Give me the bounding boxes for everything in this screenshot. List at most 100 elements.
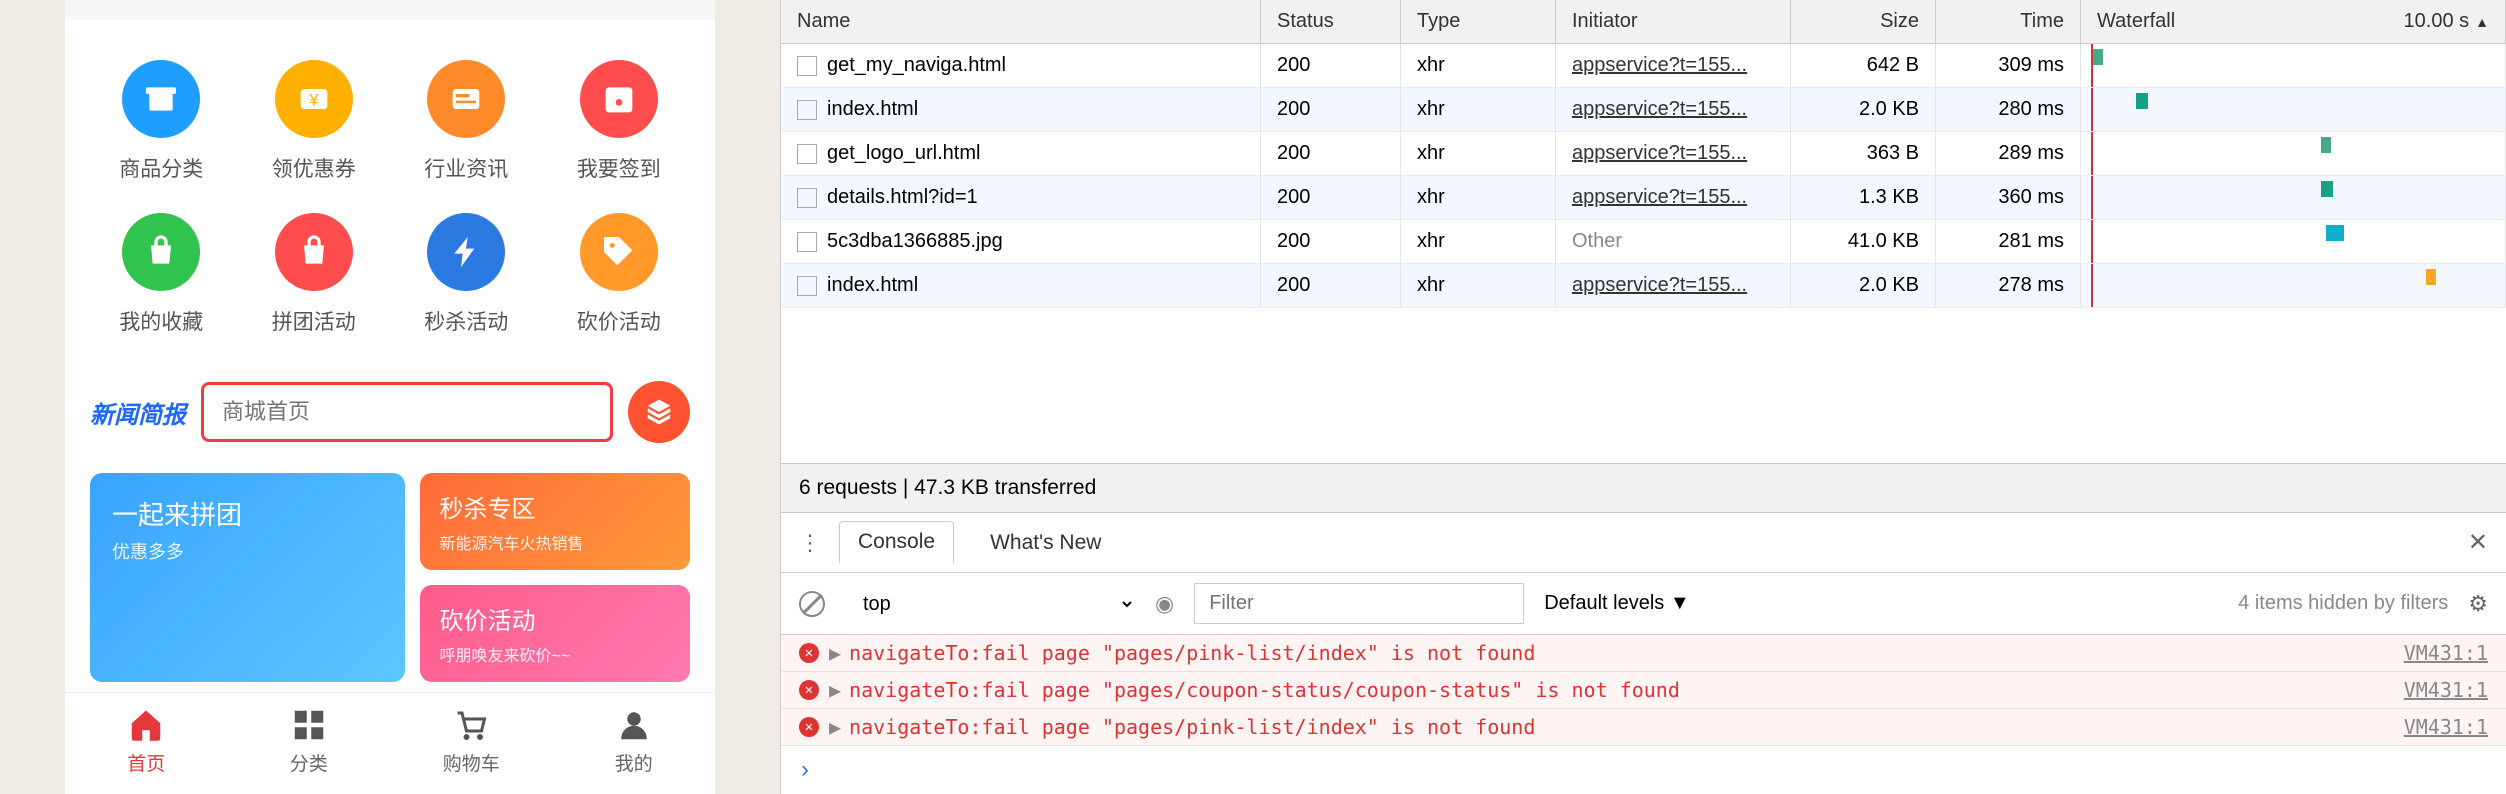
cell-waterfall xyxy=(2081,132,2506,175)
fab-button[interactable] xyxy=(628,381,690,443)
eye-icon[interactable]: ◉ xyxy=(1155,591,1174,617)
grid-item-3[interactable]: 我要签到 xyxy=(543,60,696,183)
home-icon xyxy=(128,707,164,743)
cell-initiator[interactable]: appservice?t=155... xyxy=(1556,132,1791,175)
cell-initiator[interactable]: appservice?t=155... xyxy=(1556,176,1791,219)
card-group-buy[interactable]: 一起来拼团 优惠多多 xyxy=(90,473,405,682)
source-link[interactable]: VM431:1 xyxy=(2404,641,2488,665)
feature-grid: 商品分类¥领优惠券行业资讯我要签到我的收藏 拼团活动秒杀活动砍价活动 xyxy=(65,20,715,366)
grid-item-label: 我的收藏 xyxy=(119,306,203,336)
tab-console[interactable]: Console xyxy=(839,521,954,564)
network-row[interactable]: get_logo_url.html 200 xhr appservice?t=1… xyxy=(781,132,2506,176)
console-error-line[interactable]: ✕▶navigateTo:fail page "pages/pink-list/… xyxy=(781,635,2506,672)
card-bargain[interactable]: 砍价活动 呼朋唤友来砍价~~ xyxy=(420,585,691,682)
close-drawer-button[interactable]: ✕ xyxy=(2468,528,2488,557)
console-toolbar: top ◉ Default levels ▼ 4 items hidden by… xyxy=(781,573,2506,635)
tab-home[interactable]: 首页 xyxy=(65,693,228,794)
network-row[interactable]: details.html?id=1 200 xhr appservice?t=1… xyxy=(781,176,2506,220)
cell-waterfall xyxy=(2081,88,2506,131)
expand-icon[interactable]: ▶ xyxy=(829,678,841,702)
card-title: 秒杀专区 xyxy=(440,489,671,524)
col-name[interactable]: Name xyxy=(781,0,1261,43)
console-filter-input[interactable] xyxy=(1194,583,1524,624)
grid-item-label: 我要签到 xyxy=(577,153,661,183)
network-row[interactable]: index.html 200 xhr appservice?t=155... 2… xyxy=(781,88,2506,132)
expand-icon[interactable]: ▶ xyxy=(829,641,841,665)
cell-type: xhr xyxy=(1401,176,1556,219)
network-row[interactable]: get_my_naviga.html 200 xhr appservice?t=… xyxy=(781,44,2506,88)
console-error-line[interactable]: ✕▶navigateTo:fail page "pages/coupon-sta… xyxy=(781,672,2506,709)
tab-whats-new[interactable]: What's New xyxy=(972,523,1119,563)
cell-initiator[interactable]: appservice?t=155... xyxy=(1556,44,1791,87)
context-selector[interactable]: top xyxy=(845,584,1135,624)
card-sub: 呼朋唤友来砍价~~ xyxy=(440,642,671,666)
cell-initiator[interactable]: appservice?t=155... xyxy=(1556,88,1791,131)
drawer-menu-icon[interactable]: ⋮ xyxy=(799,530,821,556)
phone-simulator-wrap: 商品分类¥领优惠券行业资讯我要签到我的收藏 拼团活动秒杀活动砍价活动 新闻简报 一… xyxy=(0,0,780,794)
log-levels-dropdown[interactable]: Default levels ▼ xyxy=(1544,592,1689,615)
grid-item-5[interactable]: 拼团活动 xyxy=(238,213,391,336)
calendar-icon xyxy=(580,60,658,138)
tab-label: 购物车 xyxy=(443,749,500,776)
clear-console-button[interactable] xyxy=(799,591,825,617)
grid-item-4[interactable]: 我的收藏 xyxy=(85,213,238,336)
grid-item-6[interactable]: 秒杀活动 xyxy=(390,213,543,336)
tab-cart[interactable]: 购物车 xyxy=(390,693,553,794)
col-size[interactable]: Size xyxy=(1791,0,1936,43)
tab-user[interactable]: 我的 xyxy=(553,693,716,794)
cell-status: 200 xyxy=(1261,132,1401,175)
expand-icon[interactable]: ▶ xyxy=(829,715,841,739)
cart-icon xyxy=(453,707,489,743)
network-summary: 6 requests | 47.3 KB transferred xyxy=(781,464,2506,513)
row-checkbox[interactable] xyxy=(797,276,817,296)
cell-initiator[interactable]: appservice?t=155... xyxy=(1556,264,1791,307)
cell-status: 200 xyxy=(1261,88,1401,131)
cell-status: 200 xyxy=(1261,176,1401,219)
news-bar: 新闻简报 xyxy=(65,366,715,458)
row-checkbox[interactable] xyxy=(797,144,817,164)
row-checkbox[interactable] xyxy=(797,232,817,252)
news-search-input[interactable] xyxy=(201,382,613,442)
cell-type: xhr xyxy=(1401,44,1556,87)
row-checkbox[interactable] xyxy=(797,56,817,76)
cell-waterfall xyxy=(2081,44,2506,87)
col-waterfall[interactable]: Waterfall 10.00 s▲ xyxy=(2081,0,2506,43)
tab-label: 分类 xyxy=(290,749,328,776)
grid-item-0[interactable]: 商品分类 xyxy=(85,60,238,183)
col-status[interactable]: Status xyxy=(1261,0,1401,43)
cell-initiator[interactable]: Other xyxy=(1556,220,1791,263)
cell-name: index.html xyxy=(781,88,1261,131)
col-time[interactable]: Time xyxy=(1936,0,2081,43)
tab-grid[interactable]: 分类 xyxy=(228,693,391,794)
source-link[interactable]: VM431:1 xyxy=(2404,715,2488,739)
col-type[interactable]: Type xyxy=(1401,0,1556,43)
grid-item-7[interactable]: 砍价活动 xyxy=(543,213,696,336)
shop-icon xyxy=(122,60,200,138)
cell-name: index.html xyxy=(781,264,1261,307)
cell-size: 41.0 KB xyxy=(1791,220,1936,263)
waterfall-scale: 10.00 s▲ xyxy=(2404,10,2489,33)
source-link[interactable]: VM431:1 xyxy=(2404,678,2488,702)
tab-label: 我的 xyxy=(615,749,653,776)
cell-status: 200 xyxy=(1261,44,1401,87)
grid-item-1[interactable]: ¥领优惠券 xyxy=(238,60,391,183)
promo-cards: 一起来拼团 优惠多多 秒杀专区 新能源汽车火热销售 砍价活动 呼朋唤友来砍价~~ xyxy=(65,458,715,682)
col-initiator[interactable]: Initiator xyxy=(1556,0,1791,43)
row-checkbox[interactable] xyxy=(797,100,817,120)
cell-type: xhr xyxy=(1401,220,1556,263)
error-icon: ✕ xyxy=(799,717,819,737)
console-settings-icon[interactable]: ⚙ xyxy=(2468,591,2488,617)
card-seckill[interactable]: 秒杀专区 新能源汽车火热销售 xyxy=(420,473,691,570)
bag-icon xyxy=(122,213,200,291)
console-prompt[interactable]: › xyxy=(781,746,2506,794)
cell-waterfall xyxy=(2081,220,2506,263)
banner-area xyxy=(65,0,715,20)
layers-icon xyxy=(644,397,674,427)
cell-type: xhr xyxy=(1401,88,1556,131)
cell-time: 278 ms xyxy=(1936,264,2081,307)
network-row[interactable]: index.html 200 xhr appservice?t=155... 2… xyxy=(781,264,2506,308)
grid-item-2[interactable]: 行业资讯 xyxy=(390,60,543,183)
console-error-line[interactable]: ✕▶navigateTo:fail page "pages/pink-list/… xyxy=(781,709,2506,746)
row-checkbox[interactable] xyxy=(797,188,817,208)
network-row[interactable]: 5c3dba1366885.jpg 200 xhr Other 41.0 KB … xyxy=(781,220,2506,264)
